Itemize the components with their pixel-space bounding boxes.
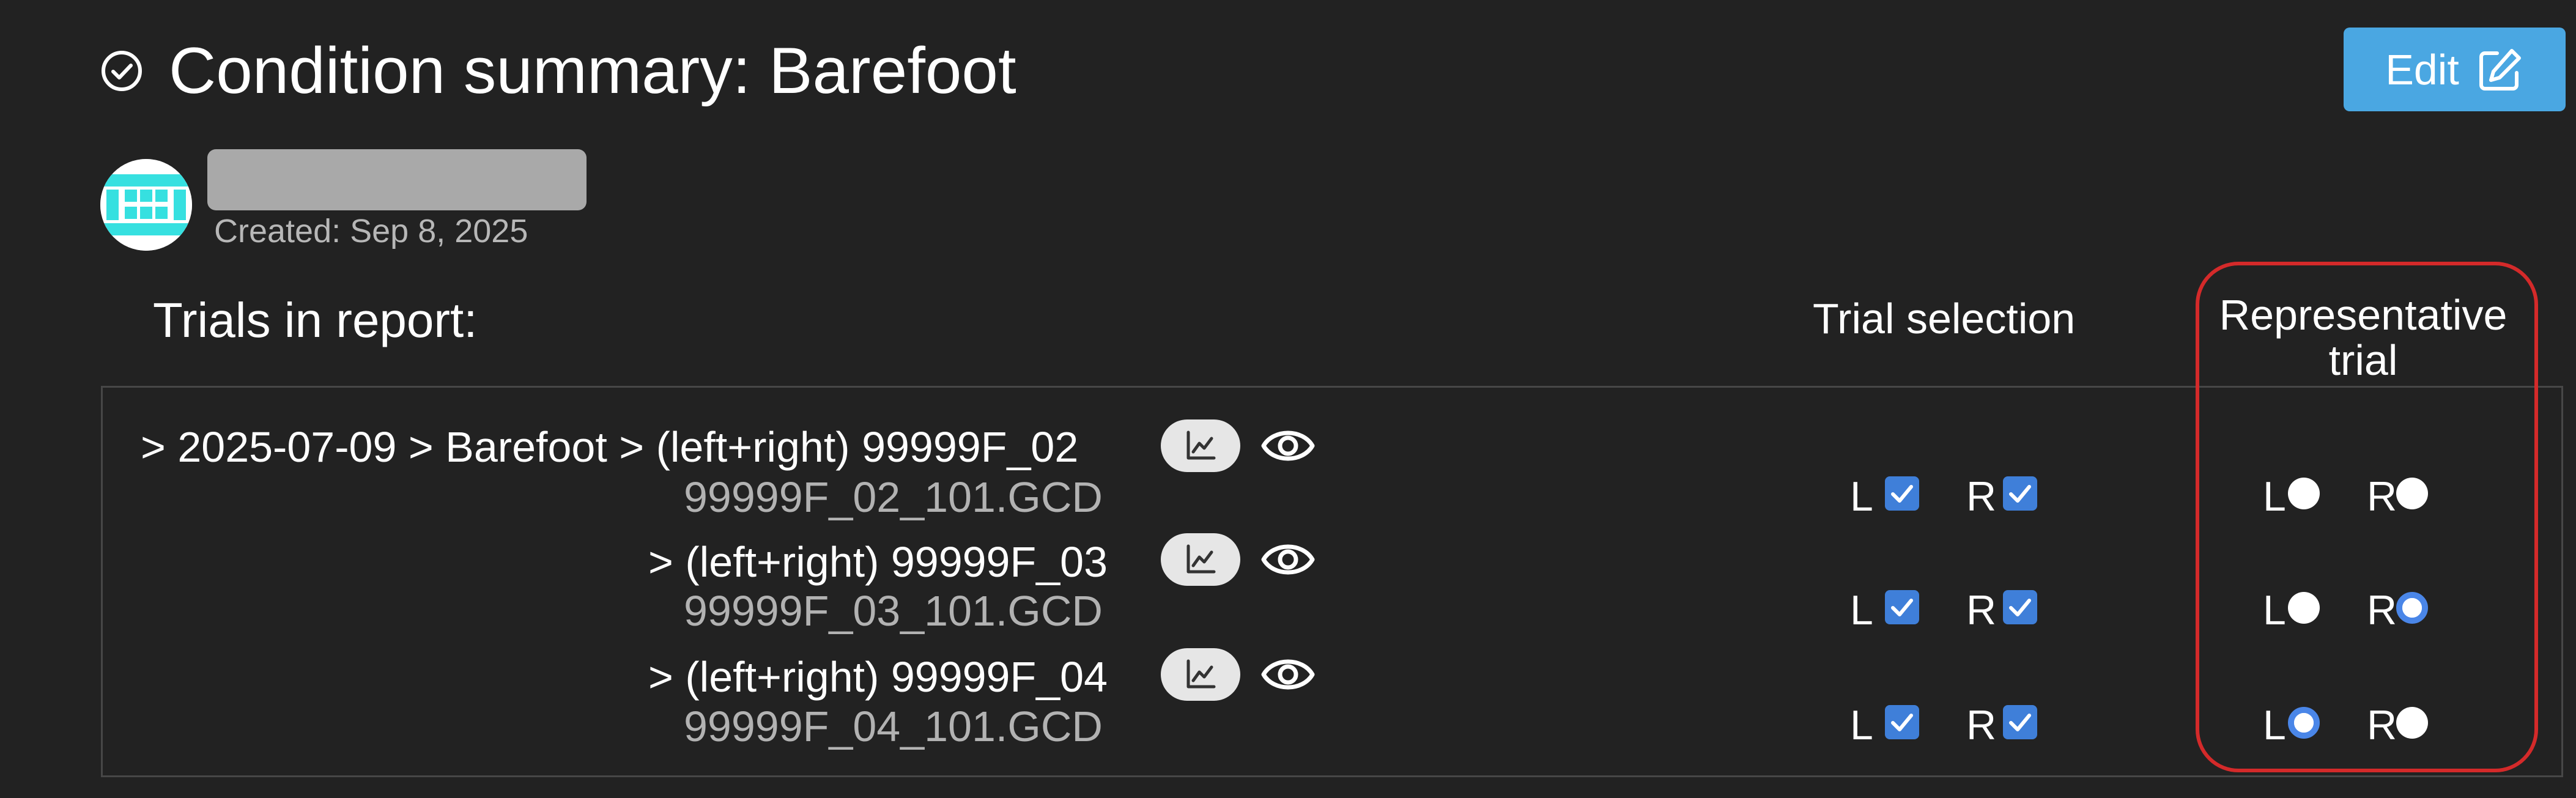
eye-icon — [1261, 430, 1315, 461]
representative-left-label: L — [2263, 587, 2286, 634]
view-eye-button[interactable] — [1260, 646, 1316, 703]
view-eye-button[interactable] — [1260, 531, 1316, 588]
representative-left-label: L — [2263, 473, 2286, 520]
selection-right-checkbox[interactable] — [2003, 590, 2037, 624]
representative-left-radio[interactable] — [2288, 592, 2320, 624]
trials-heading: Trials in report: — [153, 293, 478, 347]
checkmark-icon — [1891, 714, 1913, 731]
representative-right-radio[interactable] — [2396, 478, 2428, 509]
trial-file: 99999F_04_101.GCD — [684, 703, 1103, 750]
selection-right-checkbox[interactable] — [2003, 705, 2037, 739]
eye-icon — [1261, 544, 1315, 575]
representative-left-radio[interactable] — [2288, 478, 2320, 509]
eye-icon — [1261, 659, 1315, 690]
chart-button[interactable] — [1161, 533, 1240, 586]
representative-right-label: R — [2367, 587, 2397, 634]
representative-left-radio-selected[interactable] — [2288, 707, 2320, 739]
representative-right-radio-selected[interactable] — [2396, 592, 2428, 624]
representative-right-radio[interactable] — [2396, 707, 2428, 739]
checkmark-icon — [2009, 485, 2031, 503]
trial-path[interactable]: > 2025-07-09 > Barefoot > (left+right) 9… — [141, 421, 1078, 473]
selection-left-checkbox[interactable] — [1885, 705, 1919, 739]
edit-button[interactable]: Edit — [2344, 28, 2566, 111]
chart-button[interactable] — [1161, 419, 1240, 472]
checkmark-icon — [2009, 714, 2031, 731]
representative-left-label: L — [2263, 702, 2286, 748]
representative-right-label: R — [2367, 473, 2397, 520]
check-circle-icon — [100, 49, 144, 93]
selection-left-checkbox[interactable] — [1885, 590, 1919, 624]
selection-right-label: R — [1966, 702, 1997, 748]
trial-path[interactable]: > (left+right) 99999F_04 — [648, 651, 1108, 703]
selection-right-label: R — [1966, 473, 1997, 520]
selection-left-checkbox[interactable] — [1885, 476, 1919, 511]
selection-right-label: R — [1966, 587, 1997, 634]
view-eye-button[interactable] — [1260, 418, 1316, 474]
panel-divider — [101, 775, 2563, 777]
user-name-redacted — [207, 149, 587, 210]
edit-square-icon — [2479, 48, 2521, 91]
line-chart-icon — [1186, 659, 1216, 689]
chart-button[interactable] — [1161, 648, 1240, 701]
trial-path[interactable]: > (left+right) 99999F_03 — [648, 536, 1108, 588]
trial-selection-header: Trial selection — [1813, 295, 2076, 342]
page-title: Condition summary: Barefoot — [169, 34, 1016, 107]
line-chart-icon — [1186, 544, 1216, 574]
selection-right-checkbox[interactable] — [2003, 476, 2037, 511]
selection-left-label: L — [1850, 587, 1873, 634]
line-chart-icon — [1186, 430, 1216, 460]
created-date: Created: Sep 8, 2025 — [214, 213, 528, 249]
trial-file: 99999F_02_101.GCD — [684, 473, 1103, 521]
checkmark-icon — [2009, 599, 2031, 616]
selection-left-label: L — [1850, 473, 1873, 520]
selection-left-label: L — [1850, 702, 1873, 748]
checkmark-icon — [1891, 599, 1913, 616]
representative-right-label: R — [2367, 702, 2397, 748]
checkmark-icon — [1891, 485, 1913, 503]
avatar — [100, 159, 192, 251]
trial-file: 99999F_03_101.GCD — [684, 587, 1103, 635]
representative-trial-header: Representative trial — [2219, 291, 2508, 384]
edit-button-label: Edit — [2385, 45, 2459, 94]
